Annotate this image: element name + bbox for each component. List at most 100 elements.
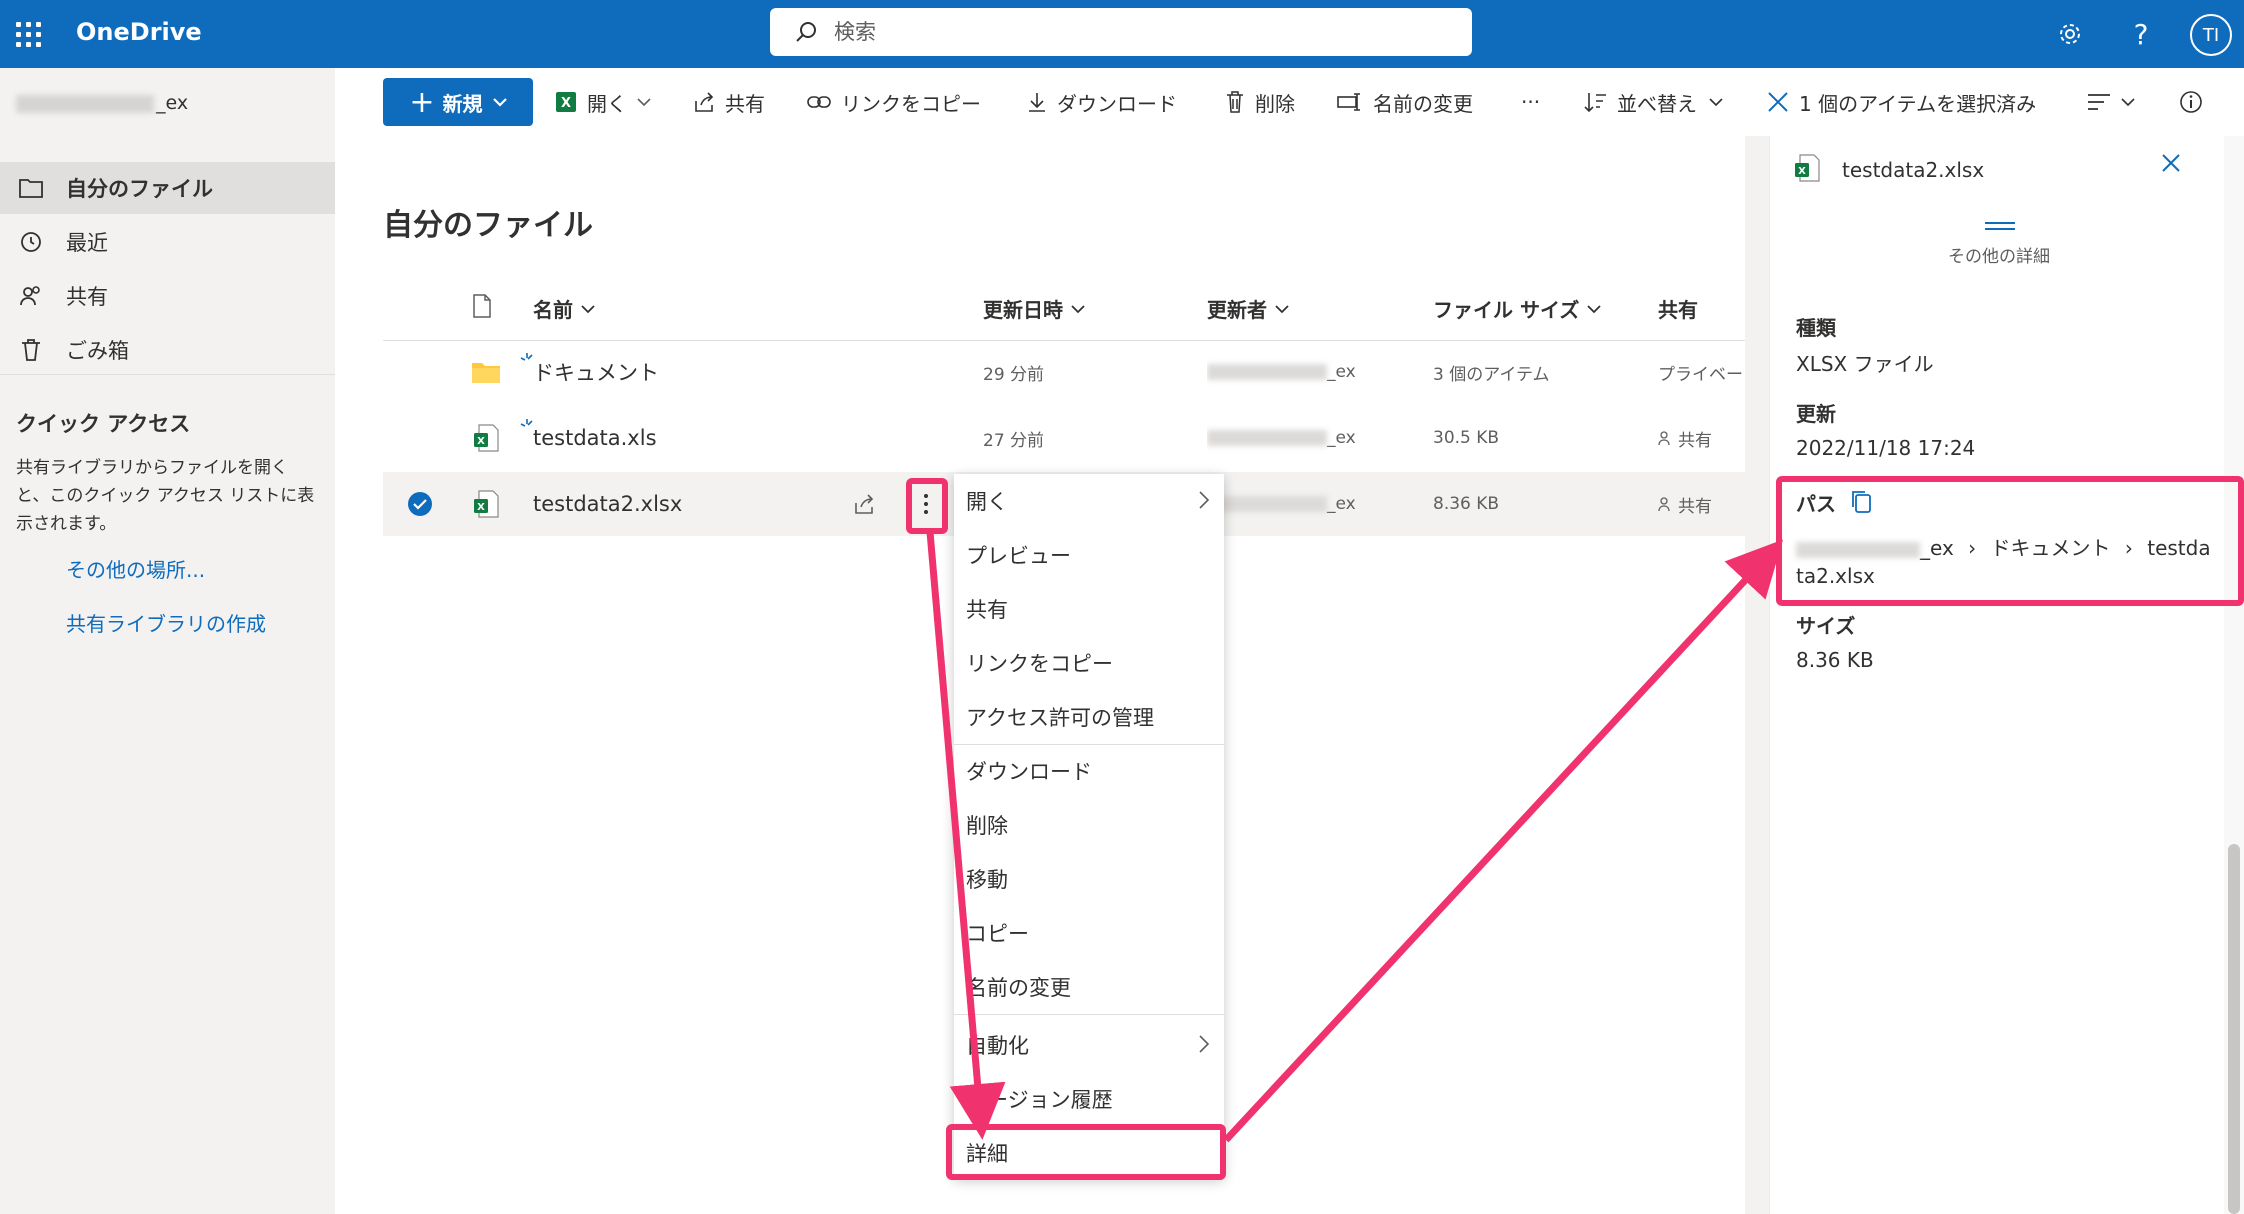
table-row[interactable]: X testdata.xls 27 分前 _ex 30.5 KB 共有 (383, 406, 1745, 470)
nav-divider (0, 374, 335, 375)
clear-selection-button[interactable]: 1 個のアイテムを選択済み (1767, 84, 2036, 120)
path-user-suffix: _ex (1920, 536, 1954, 560)
details-scrollbar[interactable] (2224, 136, 2244, 1214)
share-button[interactable]: 共有 (693, 84, 765, 120)
file-name[interactable]: testdata.xls (533, 406, 657, 470)
menu-item-move[interactable]: 移動 (954, 852, 1224, 906)
more-details-link[interactable]: その他の詳細 (1770, 242, 2228, 267)
chevron-down-icon (581, 304, 595, 314)
new-button[interactable]: + 新規 (383, 78, 533, 126)
rename-button[interactable]: 名前の変更 (1337, 84, 1473, 120)
download-label: ダウンロード (1057, 88, 1177, 117)
user-name: _ex (16, 92, 188, 114)
copy-icon[interactable] (1850, 489, 1872, 513)
modified-label: 更新 (1796, 398, 1836, 427)
modified-by-suffix: _ex (1327, 362, 1356, 382)
path-value: _ex › ドキュメント › testda (1796, 532, 2211, 561)
settings-gear-icon[interactable] (2050, 14, 2090, 54)
download-icon (1027, 91, 1047, 113)
menu-item-version-history[interactable]: バージョン履歴 (954, 1072, 1224, 1126)
table-row[interactable]: ドキュメント 29 分前 _ex 3 個のアイテム プライベート (383, 340, 1745, 404)
expand-handle-icon[interactable] (1985, 222, 2015, 230)
list-view-icon (2087, 93, 2111, 111)
open-label: 開く (587, 88, 627, 117)
menu-item-manage-access[interactable]: アクセス許可の管理 (954, 690, 1224, 744)
details-pane: X testdata2.xlsx その他の詳細 種類 XLSX ファイル 更新 … (1769, 136, 2244, 1214)
brand-title[interactable]: OneDrive (76, 18, 202, 46)
menu-item-download[interactable]: ダウンロード (954, 744, 1224, 798)
menu-item-copy[interactable]: コピー (954, 906, 1224, 960)
nav-item-my-files[interactable]: 自分のファイル (0, 162, 335, 214)
type-label: 種類 (1796, 312, 1836, 341)
column-header-name[interactable]: 名前 (533, 294, 595, 323)
create-shared-library-link[interactable]: 共有ライブラリの作成 (66, 608, 266, 637)
modified-by: _ex (1207, 406, 1356, 470)
column-header-label: 更新日時 (983, 294, 1063, 323)
breadcrumb-separator: › (2125, 536, 2133, 560)
column-header-modified[interactable]: 更新日時 (983, 294, 1085, 323)
chevron-down-icon (1071, 304, 1085, 314)
search-input[interactable] (834, 14, 1434, 50)
chevron-down-icon (1275, 304, 1289, 314)
help-icon[interactable]: ? (2121, 14, 2161, 54)
file-name[interactable]: testdata2.xlsx (533, 472, 682, 536)
more-places-link[interactable]: その他の場所... (66, 554, 205, 583)
delete-button[interactable]: 削除 (1225, 84, 1295, 120)
svg-text:X: X (477, 502, 485, 513)
sort-button[interactable]: 並べ替え (1583, 84, 1733, 120)
menu-item-preview[interactable]: プレビュー (954, 528, 1224, 582)
selected-checkmark-icon[interactable] (407, 472, 433, 536)
copy-link-button[interactable]: リンクをコピー (807, 84, 981, 120)
folder-icon (16, 173, 46, 203)
nav-item-label: 共有 (66, 281, 108, 311)
excel-file-icon: X (473, 472, 499, 536)
row-more-actions-icon[interactable] (909, 472, 943, 536)
menu-item-copy-link[interactable]: リンクをコピー (954, 636, 1224, 690)
close-icon[interactable] (2160, 152, 2182, 174)
chevron-down-icon (1709, 97, 1723, 107)
row-share-icon[interactable] (853, 472, 877, 536)
menu-item-open[interactable]: 開く (954, 474, 1224, 528)
column-header-file-size[interactable]: ファイル サイズ (1433, 294, 1601, 323)
nav-item-recent[interactable]: 最近 (0, 216, 335, 268)
redacted-name (1207, 496, 1327, 512)
modified-by: _ex (1207, 472, 1356, 536)
column-header-sharing[interactable]: 共有 (1658, 294, 1698, 323)
menu-item-delete[interactable]: 削除 (954, 798, 1224, 852)
sharing-status: 共有 (1658, 472, 1712, 536)
nav-item-recycle-bin[interactable]: ごみ箱 (0, 324, 335, 376)
menu-item-details[interactable]: 詳細 (954, 1126, 1224, 1180)
menu-item-share[interactable]: 共有 (954, 582, 1224, 636)
menu-item-rename[interactable]: 名前の変更 (954, 960, 1224, 1014)
chevron-right-icon (1198, 490, 1210, 510)
new-button-label: 新規 (443, 88, 483, 117)
quick-access-title: クイック アクセス (16, 408, 190, 438)
page-title: 自分のファイル (383, 200, 593, 244)
path-folder[interactable]: ドキュメント (1991, 536, 2111, 560)
nav-item-shared[interactable]: 共有 (0, 270, 335, 322)
column-header-label: 名前 (533, 294, 573, 323)
scrollbar-thumb[interactable] (2228, 844, 2240, 1214)
shared-people-icon (1658, 430, 1674, 446)
column-header-modified-by[interactable]: 更新者 (1207, 294, 1289, 323)
file-name[interactable]: ドキュメント (533, 340, 659, 404)
plus-icon: + (409, 85, 434, 120)
excel-file-icon: X (473, 406, 499, 470)
annotation-arrow-to-path (1226, 560, 1764, 1140)
rename-icon (1337, 93, 1363, 111)
modified-value: 2022/11/18 17:24 (1796, 436, 1975, 460)
download-button[interactable]: ダウンロード (1027, 84, 1177, 120)
search-box[interactable] (770, 8, 1472, 56)
folder-icon (471, 340, 501, 404)
app-launcher-icon[interactable] (14, 20, 42, 48)
avatar[interactable]: TI (2190, 14, 2232, 56)
menu-divider (954, 1014, 1224, 1015)
modified-date: 29 分前 (983, 340, 1044, 404)
open-button[interactable]: X 開く (555, 84, 661, 120)
info-button[interactable] (2179, 84, 2213, 120)
delete-label: 削除 (1255, 88, 1295, 117)
menu-item-automate[interactable]: 自動化 (954, 1018, 1224, 1072)
view-options-button[interactable] (2087, 84, 2145, 120)
more-commands-button[interactable]: ··· (1521, 84, 1540, 120)
file-type-column-icon[interactable] (472, 294, 492, 318)
